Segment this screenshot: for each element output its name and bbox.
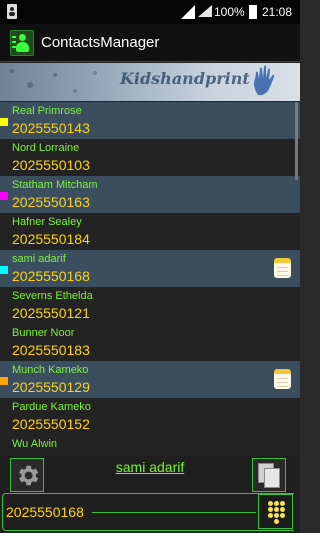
contact-phone: 2025550121 (12, 305, 90, 321)
contact-name: Wu Alwin (12, 438, 58, 450)
contact-row[interactable]: Munch Kameko 2025550129 (0, 361, 300, 398)
battery-percent: 100% (214, 5, 245, 19)
screen: 100% 21:08 ContactsManager Kidshandprint… (0, 0, 300, 533)
contact-row[interactable]: Real Primrose 2025550143 (0, 102, 300, 139)
contact-name: sami adarif (12, 253, 66, 265)
battery-icon (249, 5, 257, 19)
contact-phone: 2025550129 (12, 379, 90, 395)
banner-texture (10, 69, 97, 93)
dial-number-field[interactable]: 2025550168 (6, 504, 84, 520)
signal-icon (181, 5, 195, 19)
app-title: ContactsManager (41, 34, 160, 51)
contact-row[interactable]: Severns Ethelda 2025550121 (0, 287, 300, 324)
status-bar: 100% 21:08 (0, 0, 300, 24)
contact-phone: 2025550184 (12, 231, 90, 247)
contact-name: Munch Kameko (12, 364, 89, 376)
contact-row[interactable]: Pardue Kameko 2025550152 (0, 398, 300, 435)
contact-row[interactable]: Bunner Noor 2025550183 (0, 324, 300, 361)
contact-row[interactable]: Nord Lorraine 2025550103 (0, 139, 300, 176)
handprint-icon (254, 65, 275, 96)
contact-name: Real Primrose (12, 105, 82, 117)
contact-phone: 2025550152 (12, 416, 90, 432)
banner-image: Kidshandprint (0, 63, 300, 101)
list-scrollbar[interactable] (295, 102, 298, 180)
divider (92, 512, 256, 513)
banner-text: Kidshandprint (120, 69, 250, 88)
contact-name: Hafner Sealey (12, 216, 82, 228)
bottom-panel: sami adarif 2025550168 (0, 456, 300, 533)
contact-name: Nord Lorraine (12, 142, 80, 154)
contact-row[interactable]: Wu Alwin (0, 435, 300, 456)
note-icon[interactable] (274, 258, 291, 278)
dialpad-button[interactable] (258, 494, 293, 529)
wifi-icon (198, 5, 212, 17)
action-bar: ContactsManager (0, 24, 300, 62)
contact-phone: 2025550163 (12, 194, 90, 210)
app-logo-icon (10, 30, 34, 56)
color-marker (0, 266, 8, 274)
contact-phone: 2025550183 (12, 342, 90, 358)
contact-row[interactable]: Statham Mitcham 2025550163 (0, 176, 300, 213)
contact-name: Pardue Kameko (12, 401, 91, 413)
copy-button[interactable] (252, 458, 286, 492)
color-marker (0, 192, 8, 200)
contact-phone: 2025550143 (12, 120, 90, 136)
contact-row[interactable]: sami adarif 2025550168 (0, 250, 300, 287)
contact-name: Bunner Noor (12, 327, 75, 339)
note-icon[interactable] (274, 369, 291, 389)
contact-phone: 2025550168 (12, 268, 90, 284)
contact-phone: 2025550103 (12, 157, 90, 173)
clock: 21:08 (262, 5, 293, 19)
contact-row[interactable]: Hafner Sealey 2025550184 (0, 213, 300, 250)
color-marker (0, 377, 8, 385)
contact-name: Statham Mitcham (12, 179, 98, 191)
contact-list[interactable]: Real Primrose 2025550143 Nord Lorraine 2025… (0, 102, 300, 456)
contact-name: Severns Ethelda (12, 290, 93, 302)
color-marker (0, 118, 8, 126)
contacts-notification-icon (7, 4, 17, 19)
